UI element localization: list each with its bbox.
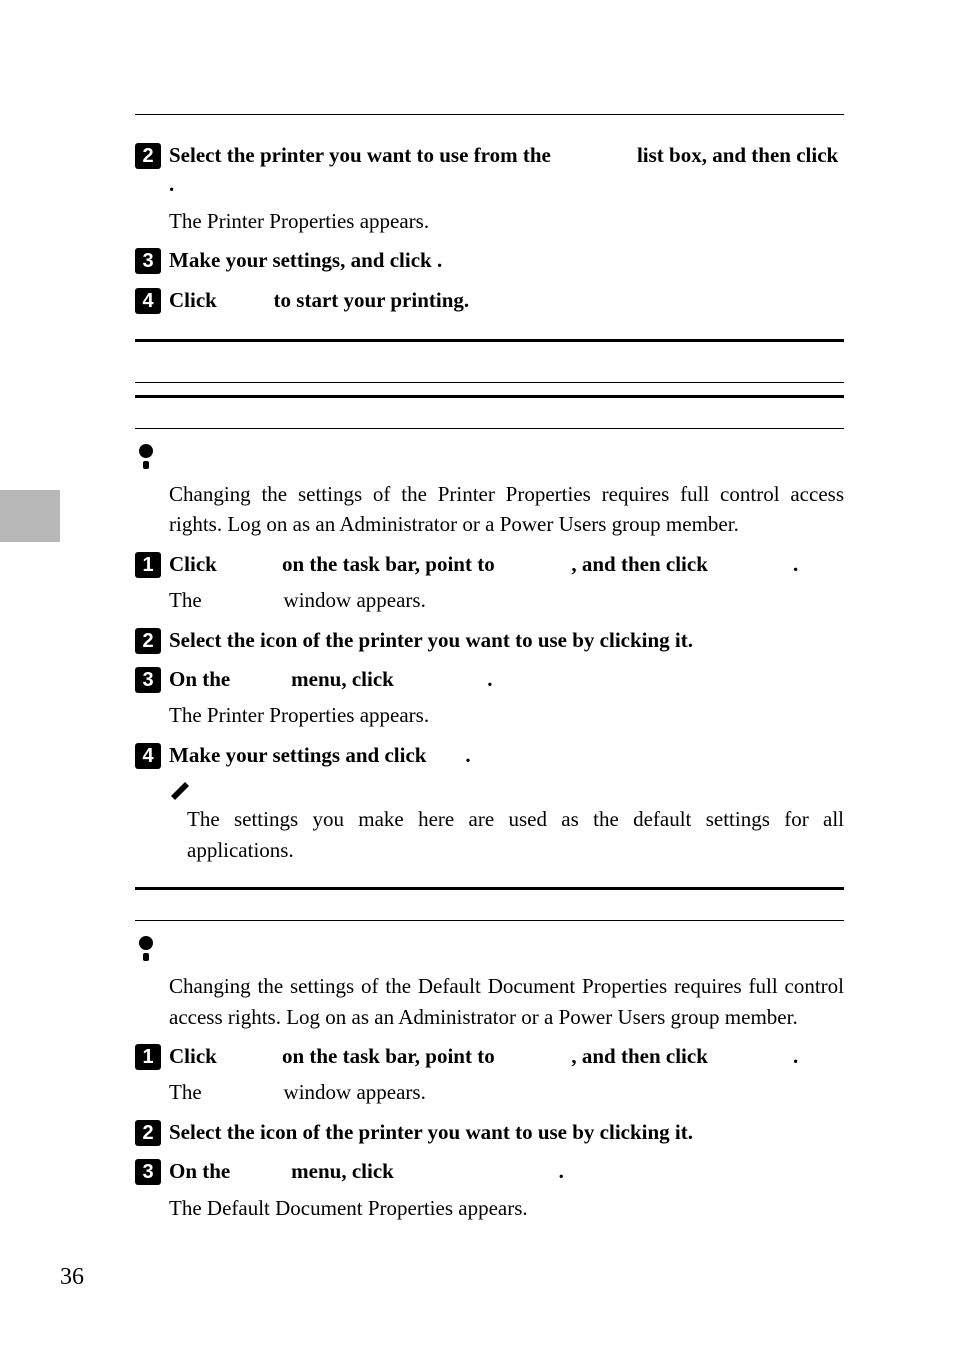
step-sub: The window appears. (169, 1077, 844, 1107)
step-number: 3 (135, 248, 161, 274)
step: 3 On the menu, click . (135, 665, 844, 694)
section-divider-heavy-2 (135, 887, 844, 890)
limitation-row-c (135, 935, 844, 965)
step: 2 Select the icon of the printer you want… (135, 1118, 844, 1147)
step-number: 3 (135, 1159, 161, 1185)
step: 3 Make your settings, and click . (135, 246, 844, 275)
step: 4 Click to start your printing. (135, 286, 844, 315)
step: 3 On the menu, click . (135, 1157, 844, 1186)
top-header-rule (135, 114, 844, 115)
section-divider-1c (135, 428, 844, 429)
step: 4 Make your settings and click . (135, 741, 844, 770)
step-text: Select the icon of the printer you want … (169, 1118, 844, 1147)
step: 2 Select the printer you want to use from… (135, 141, 844, 200)
section-divider-1a (135, 382, 844, 383)
step-text: Make your settings and click . (169, 741, 844, 770)
note-row (169, 780, 844, 802)
step-number: 4 (135, 743, 161, 769)
limitation-text-c: Changing the settings of the Default Doc… (169, 971, 844, 1032)
step: 1 Click on the task bar, point to , and t… (135, 550, 844, 579)
step-sub: The Printer Properties appears. (169, 206, 844, 236)
step-text: Click to start your printing. (169, 286, 844, 315)
note-text: The settings you make here are used as t… (187, 804, 844, 865)
step-sub: The Default Document Properties appears. (169, 1193, 844, 1223)
limitation-row-b (135, 443, 844, 473)
step-number: 2 (135, 1120, 161, 1146)
step-text: Click on the task bar, point to , and th… (169, 550, 844, 579)
section-divider-2a (135, 920, 844, 921)
step-text: Select the printer you want to use from … (169, 141, 844, 200)
step: 2 Select the icon of the printer you want… (135, 626, 844, 655)
step-text: Click on the task bar, point to , and th… (169, 1042, 844, 1071)
pencil-icon (169, 780, 191, 802)
section-divider-1b (135, 395, 844, 398)
step-sub: The window appears. (169, 585, 844, 615)
step-sub: The Printer Properties appears. (169, 700, 844, 730)
step-number: 2 (135, 143, 161, 169)
limitation-icon (135, 935, 157, 965)
section-divider-heavy-1 (135, 339, 844, 342)
step-number: 3 (135, 667, 161, 693)
step-number: 2 (135, 628, 161, 654)
step-text: On the menu, click . (169, 1157, 844, 1186)
step-text: On the menu, click . (169, 665, 844, 694)
step-number: 4 (135, 288, 161, 314)
limitation-text-b: Changing the settings of the Printer Pro… (169, 479, 844, 540)
step-number: 1 (135, 552, 161, 578)
page-number: 36 (60, 1264, 84, 1291)
step: 1 Click on the task bar, point to , and t… (135, 1042, 844, 1071)
step-text: Select the icon of the printer you want … (169, 626, 844, 655)
limitation-icon (135, 443, 157, 473)
step-number: 1 (135, 1044, 161, 1070)
side-tab (0, 490, 60, 542)
step-text: Make your settings, and click . (169, 246, 844, 275)
